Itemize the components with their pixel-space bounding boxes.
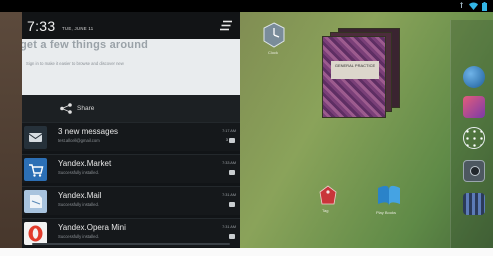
launcher-dock xyxy=(450,20,493,248)
download-done-icon xyxy=(229,202,235,207)
notification-time: 7:33 AM xyxy=(222,161,236,165)
tag-icon[interactable] xyxy=(318,184,338,211)
usb-icon xyxy=(460,2,463,8)
expanded-notification-headline: get a few things around xyxy=(22,39,149,51)
camera-icon[interactable] xyxy=(463,160,485,182)
bottom-strip xyxy=(0,248,493,256)
shade-header: 7:33 TUE, JUNE 11 xyxy=(22,12,240,39)
shade-drag-handle[interactable] xyxy=(32,243,230,245)
notification-title: Yandex.Market xyxy=(58,159,112,168)
home-icon-label: Clock xyxy=(268,50,279,55)
share-action[interactable]: Share xyxy=(22,95,240,122)
book-title: GENERAL PRACTICE xyxy=(334,63,376,68)
settings-sliders-icon[interactable] xyxy=(220,20,232,31)
notification-item[interactable]: 3 new messages test.allcell@gmail.com 7:… xyxy=(22,122,240,151)
home-screen-edge xyxy=(0,12,22,248)
notification-subtitle: Successfully installed. xyxy=(58,234,99,239)
status-icons xyxy=(458,1,487,11)
books-widget[interactable]: GENERAL PRACTICE xyxy=(318,28,400,118)
home-icon-label: Play Books xyxy=(376,210,397,215)
notification-title: 3 new messages xyxy=(58,127,119,136)
clock-icon[interactable] xyxy=(262,22,286,53)
status-bar xyxy=(0,0,493,12)
envelope-icon xyxy=(30,195,42,208)
notification-icon-box xyxy=(24,158,47,181)
notification-subtitle: Successfully installed. xyxy=(58,170,99,175)
play-books-icon[interactable] xyxy=(376,184,402,213)
apps-grid-icon[interactable] xyxy=(463,127,485,149)
notification-title: Yandex.Mail xyxy=(58,191,102,200)
notification-icon-box xyxy=(24,222,47,245)
share-label: Share xyxy=(77,105,95,112)
notification-time: 7:31 AM xyxy=(222,193,236,197)
date: TUE, JUNE 11 xyxy=(62,26,94,31)
home-icon-label: Tag xyxy=(322,208,329,213)
globe-icon[interactable] xyxy=(463,66,485,88)
battery-icon xyxy=(482,1,487,11)
download-done-icon xyxy=(229,234,235,239)
notification-subtitle: test.allcell@gmail.com xyxy=(58,138,100,143)
notification-time: 7:31 AM xyxy=(222,225,236,229)
notification-item[interactable]: Yandex.Market Successfully installed. 7:… xyxy=(22,154,240,183)
notification-title: Yandex.Opera Mini xyxy=(58,223,126,232)
expanded-notification[interactable]: get a few things around Sign in to make … xyxy=(22,39,240,95)
opera-icon xyxy=(28,225,43,242)
download-done-icon xyxy=(229,170,235,175)
notification-subtitle: Successfully installed. xyxy=(58,202,99,207)
shopping-cart-icon xyxy=(29,164,44,177)
book-title-panel: GENERAL PRACTICE xyxy=(331,61,379,79)
envelope-small-icon xyxy=(229,138,235,143)
video-icon[interactable] xyxy=(463,193,485,215)
notification-count: 3 xyxy=(225,137,228,142)
clock: 7:33 xyxy=(27,18,56,34)
mail-icon xyxy=(28,133,43,142)
book-cover-front: GENERAL PRACTICE xyxy=(322,36,386,118)
expanded-notification-subtext: Sign in to make it easier to browse and … xyxy=(26,61,124,66)
notification-icon-box xyxy=(24,126,47,149)
share-icon xyxy=(60,103,72,114)
wifi-icon xyxy=(469,2,478,10)
notification-item[interactable]: Yandex.Mail Successfully installed. 7:31… xyxy=(22,186,240,215)
camera-lens xyxy=(470,166,480,176)
notification-icon-box xyxy=(24,190,47,213)
notification-shade: 7:33 TUE, JUNE 11 get a few things aroun… xyxy=(22,12,240,248)
gallery-icon[interactable] xyxy=(463,96,485,118)
notification-time: 7:17 AM xyxy=(222,129,236,133)
